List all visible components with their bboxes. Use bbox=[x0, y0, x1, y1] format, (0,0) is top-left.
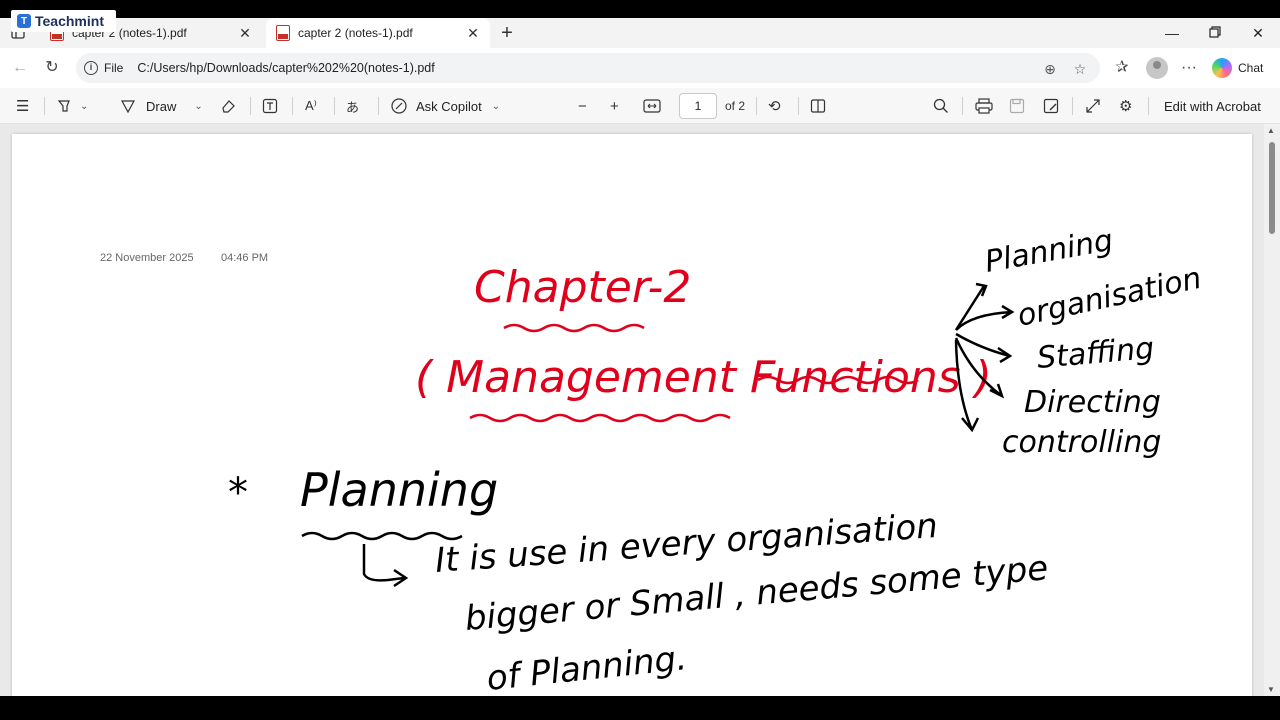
zoom-icon[interactable]: ⊕ bbox=[1042, 61, 1058, 77]
management-underline bbox=[469, 413, 731, 423]
scroll-down-icon[interactable]: ▼ bbox=[1267, 685, 1275, 694]
toolbar-divider bbox=[378, 97, 379, 115]
fullscreen-icon[interactable] bbox=[1085, 96, 1101, 116]
toolbar-divider bbox=[1072, 97, 1073, 115]
fit-page-icon[interactable] bbox=[643, 96, 661, 116]
address-row: ← ↻ i File C:/Users/hp/Downloads/capter%… bbox=[0, 48, 1280, 88]
minimize-icon[interactable]: — bbox=[1162, 23, 1182, 43]
toolbar-divider bbox=[44, 97, 45, 115]
toolbar-divider bbox=[798, 97, 799, 115]
copilot-icon bbox=[1212, 58, 1232, 78]
copilot-chat-button[interactable]: Chat bbox=[1212, 56, 1263, 80]
toolbar-divider bbox=[1148, 97, 1149, 115]
heading-chapter: Chapter-2 bbox=[474, 262, 691, 313]
close-tab-icon[interactable]: ✕ bbox=[466, 26, 480, 40]
ask-copilot-button[interactable]: Ask Copilot ⌄ bbox=[390, 96, 500, 116]
more-menu-icon[interactable]: ··· bbox=[1177, 56, 1201, 80]
new-tab-button[interactable]: + bbox=[496, 22, 518, 44]
ask-copilot-label: Ask Copilot bbox=[416, 98, 482, 114]
function-organisation: organisation bbox=[1014, 261, 1204, 334]
toolbar-divider bbox=[250, 97, 251, 115]
edit-with-acrobat-button[interactable]: Edit with Acrobat bbox=[1164, 96, 1261, 116]
teachmint-brand-text: Teachmint bbox=[35, 13, 104, 29]
draw-label: Draw bbox=[146, 98, 177, 114]
toolbar-divider bbox=[292, 97, 293, 115]
draw-button[interactable]: Draw ⌄ bbox=[120, 96, 203, 116]
zoom-out-icon[interactable]: − bbox=[578, 96, 587, 116]
section-underline bbox=[301, 531, 463, 541]
info-icon[interactable]: i bbox=[84, 61, 98, 75]
favorites-icon[interactable]: ✰ bbox=[1110, 56, 1134, 80]
close-tab-icon[interactable]: ✕ bbox=[238, 26, 252, 40]
chat-label: Chat bbox=[1238, 61, 1264, 75]
edit-with-acrobat-label: Edit with Acrobat bbox=[1164, 98, 1261, 114]
page-number-input[interactable]: 1 bbox=[679, 93, 717, 119]
save-as-icon[interactable] bbox=[1043, 96, 1059, 116]
address-bar[interactable]: i File C:/Users/hp/Downloads/capter%202%… bbox=[76, 53, 1100, 83]
settings-gear-icon[interactable]: ⚙ bbox=[1119, 96, 1132, 116]
tab-strip: capter 2 (notes-1).pdf ✕ capter 2 (notes… bbox=[0, 18, 1280, 48]
translate-icon[interactable]: あ bbox=[346, 96, 359, 116]
favorite-star-icon[interactable]: ☆ bbox=[1072, 61, 1088, 77]
tab-title: capter 2 (notes-1).pdf bbox=[298, 26, 413, 40]
pdf-file-icon bbox=[276, 25, 290, 41]
heading-underline bbox=[503, 323, 645, 333]
search-icon[interactable] bbox=[933, 96, 949, 116]
print-icon[interactable] bbox=[975, 96, 993, 116]
back-icon[interactable]: ← bbox=[8, 56, 32, 80]
vertical-scrollbar[interactable]: ▲ ▼ bbox=[1264, 124, 1280, 696]
contents-icon[interactable]: ☰ bbox=[16, 96, 29, 116]
toolbar-divider bbox=[334, 97, 335, 115]
scrollbar-thumb[interactable] bbox=[1269, 142, 1275, 234]
close-window-icon[interactable]: ✕ bbox=[1248, 23, 1268, 43]
function-directing: Directing bbox=[1024, 385, 1161, 420]
url-scheme-label: File bbox=[104, 61, 124, 75]
profile-avatar[interactable] bbox=[1146, 57, 1168, 79]
refresh-icon[interactable]: ↻ bbox=[40, 56, 64, 80]
subpoint-arrow bbox=[362, 544, 409, 588]
highlight-icon[interactable]: ⌄ bbox=[56, 96, 88, 116]
pdf-page: 22 November 2025 04:46 PM Chapter-2 ( Ma… bbox=[12, 134, 1252, 696]
browser-window: capter 2 (notes-1).pdf ✕ capter 2 (notes… bbox=[0, 18, 1280, 696]
toolbar-divider bbox=[962, 97, 963, 115]
eraser-icon[interactable] bbox=[220, 96, 236, 116]
screen-bottom-bar bbox=[0, 696, 1280, 720]
pdf-toolbar: ☰ ⌄ Draw ⌄ A⁾ あ Ask Copilot ⌄ − + 1 of 2… bbox=[0, 88, 1280, 124]
function-staffing: Staffing bbox=[1036, 331, 1156, 376]
teachmint-watermark: T Teachmint bbox=[11, 10, 116, 32]
teachmint-logo-icon: T bbox=[17, 14, 31, 28]
handwritten-notes: Chapter-2 ( Management Functions ) Plann… bbox=[228, 223, 1205, 696]
page-view-icon[interactable] bbox=[810, 96, 826, 116]
add-text-icon[interactable] bbox=[262, 96, 278, 116]
save-icon[interactable] bbox=[1009, 96, 1025, 116]
rotate-icon[interactable]: ⟲ bbox=[768, 96, 781, 116]
body-line-3: of Planning. bbox=[485, 638, 689, 696]
section-title-planning: Planning bbox=[300, 463, 498, 517]
restore-icon[interactable] bbox=[1205, 23, 1225, 43]
document-viewport[interactable]: 22 November 2025 04:46 PM Chapter-2 ( Ma… bbox=[0, 124, 1280, 696]
heading-management-functions: ( Management Functions ) bbox=[415, 352, 992, 403]
zoom-in-icon[interactable]: + bbox=[610, 96, 619, 116]
scroll-up-icon[interactable]: ▲ bbox=[1267, 126, 1275, 135]
read-aloud-icon[interactable]: A⁾ bbox=[305, 96, 317, 116]
toolbar-divider bbox=[756, 97, 757, 115]
screen-top-bar bbox=[0, 0, 1280, 18]
page-total-label: of 2 bbox=[725, 99, 746, 113]
tab-pdf-active[interactable]: capter 2 (notes-1).pdf ✕ bbox=[266, 18, 490, 48]
url-text[interactable]: C:/Users/hp/Downloads/capter%202%20(note… bbox=[137, 61, 434, 75]
function-controlling: controlling bbox=[1002, 425, 1161, 460]
function-planning: Planning bbox=[982, 223, 1115, 280]
bullet-asterisk: * bbox=[228, 470, 248, 516]
